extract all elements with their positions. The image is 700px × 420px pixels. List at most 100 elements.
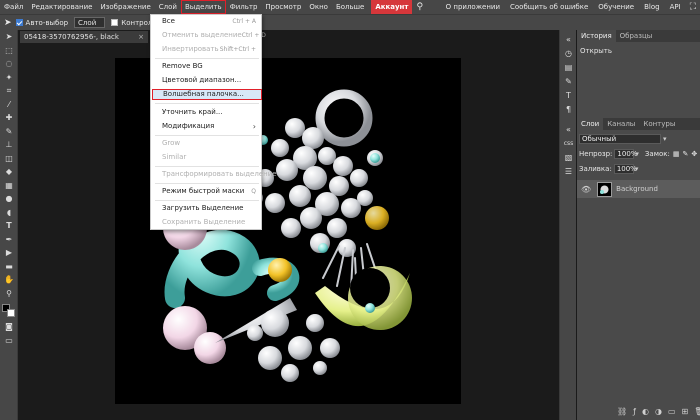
link-layers-icon[interactable]: ⛓ xyxy=(617,407,627,416)
menu-edit[interactable]: Редактирование xyxy=(27,0,96,14)
blend-mode-select[interactable]: Обычный xyxy=(579,134,661,144)
menu-learn[interactable]: Обучение xyxy=(593,0,639,14)
history-panel-icon[interactable]: ◷ xyxy=(560,46,577,60)
lock-paint-icon[interactable]: ✎ xyxy=(682,150,688,158)
menu-file[interactable]: Файл xyxy=(0,0,27,14)
account-button[interactable]: Аккаунт xyxy=(371,0,413,14)
menu-item-deselect[interactable]: Отменить выделение Ctrl + D xyxy=(151,30,266,41)
crop-tool-icon[interactable]: ⌗ xyxy=(0,84,18,98)
lock-pixels-icon[interactable]: ▦ xyxy=(673,150,680,158)
background-color-swatch[interactable] xyxy=(7,309,15,317)
healing-tool-icon[interactable]: ✚ xyxy=(0,111,18,125)
collapse-icon[interactable]: « xyxy=(560,32,577,46)
tab-paths[interactable]: Контуры xyxy=(639,118,679,130)
collapse-icon[interactable]: « xyxy=(560,122,577,136)
tab-history[interactable]: История xyxy=(577,30,616,42)
gradient-tool-icon[interactable]: ▦ xyxy=(0,179,18,193)
menu-blog[interactable]: Blog xyxy=(639,0,664,14)
menu-item-grow[interactable]: Grow xyxy=(151,138,261,149)
layer-select[interactable]: Слой xyxy=(74,17,106,28)
search-icon[interactable]: ⚲ xyxy=(412,0,427,14)
menu-item-transform-selection[interactable]: Трансформировать выделение xyxy=(151,169,277,180)
auto-select-option[interactable]: Авто-выбор xyxy=(15,19,68,27)
type-tool-icon[interactable]: T xyxy=(0,219,18,233)
mask-icon[interactable]: ◐ xyxy=(642,407,649,416)
layers-options: Обычный ▾ Непрозр: 100% ▾ Замок: ▦ ✎ ✥ 🔒… xyxy=(577,130,700,178)
menu-separator xyxy=(155,58,259,59)
adjustments-panel-icon[interactable]: ▧ xyxy=(560,150,577,164)
move-tool-icon: ➤ xyxy=(4,17,12,28)
dodge-tool-icon[interactable]: ◖ xyxy=(0,206,18,220)
tab-layers[interactable]: Слои xyxy=(577,118,604,130)
bucket-tool-icon[interactable]: ◆ xyxy=(0,165,18,179)
fullscreen-icon[interactable]: ⛶ xyxy=(686,0,700,14)
swatches-panel-icon[interactable]: ▤ xyxy=(560,60,577,74)
adjustment-layer-icon[interactable]: ◑ xyxy=(655,407,662,416)
menu-filter[interactable]: Фильтр xyxy=(226,0,262,14)
menu-more[interactable]: Больше xyxy=(332,0,368,14)
history-list: Открыть xyxy=(577,42,700,117)
menu-item-remove-bg[interactable]: Remove BG xyxy=(151,61,261,72)
menu-item-color-range[interactable]: Цветовой диапазон... xyxy=(151,75,261,86)
eraser-tool-icon[interactable]: ◫ xyxy=(0,152,18,166)
transform-checkbox[interactable] xyxy=(111,19,119,26)
menu-item-modify[interactable]: Модификация › xyxy=(151,121,261,132)
tab-channels[interactable]: Каналы xyxy=(603,118,639,130)
brush-panel-icon[interactable]: ✎ xyxy=(560,74,577,88)
chevron-down-icon: ▾ xyxy=(663,135,667,143)
document-tab[interactable]: 05418-3570762956-, black × xyxy=(20,31,148,43)
fill-input[interactable]: 100% xyxy=(613,164,637,174)
history-entry[interactable]: Открыть xyxy=(580,45,697,57)
folder-icon[interactable]: ▭ xyxy=(668,407,676,416)
layer-row[interactable]: 👁︎ Background xyxy=(577,180,700,198)
eye-icon[interactable]: 👁︎ xyxy=(581,185,591,194)
properties-panel-icon[interactable]: ☰ xyxy=(560,164,577,178)
auto-select-checkbox[interactable] xyxy=(15,19,23,26)
menu-view[interactable]: Просмотр xyxy=(261,0,305,14)
menu-image[interactable]: Изображение xyxy=(96,0,154,14)
clone-stamp-tool-icon[interactable]: ⊥ xyxy=(0,138,18,152)
trash-icon[interactable]: 🗑︎ xyxy=(694,407,700,416)
effects-icon[interactable]: ƒ xyxy=(633,407,636,416)
css-panel-icon[interactable]: css xyxy=(560,136,577,150)
menu-item-save-selection[interactable]: Сохранить Выделение xyxy=(151,217,261,228)
close-icon[interactable]: × xyxy=(138,33,144,41)
pen-tool-icon[interactable]: ✒ xyxy=(0,233,18,247)
new-layer-icon[interactable]: ⊞ xyxy=(682,407,689,416)
menu-item-select-all[interactable]: Все Ctrl + A xyxy=(151,16,261,27)
chevron-down-icon[interactable]: ▾ xyxy=(635,150,639,158)
path-select-tool-icon[interactable]: ▶ xyxy=(0,246,18,260)
lasso-tool-icon[interactable]: ◌ xyxy=(0,57,18,71)
opacity-input[interactable]: 100% xyxy=(614,149,637,159)
menu-about[interactable]: О приложении xyxy=(441,0,505,14)
screen-mode-icon[interactable]: ▭ xyxy=(0,334,18,348)
menu-item-similar[interactable]: Similar xyxy=(151,152,261,163)
brush-tool-icon[interactable]: ✎ xyxy=(0,125,18,139)
marquee-tool-icon[interactable]: ⬚ xyxy=(0,44,18,58)
menu-select[interactable]: Выделить xyxy=(180,0,226,14)
blur-tool-icon[interactable]: ● xyxy=(0,192,18,206)
zoom-tool-icon[interactable]: ⚲ xyxy=(0,287,18,301)
tab-swatches[interactable]: Образцы xyxy=(616,30,657,42)
menu-item-invert[interactable]: Инвертировать Shift+Ctrl + xyxy=(151,44,261,55)
move-tool-icon[interactable]: ➤ xyxy=(0,30,18,44)
chevron-down-icon[interactable]: ▾ xyxy=(635,165,639,173)
menu-api[interactable]: API xyxy=(665,0,686,14)
menu-item-magic-wand[interactable]: Волшебная палочка... xyxy=(152,89,262,100)
menu-item-refine-edge[interactable]: Уточнить край... xyxy=(151,107,261,118)
paragraph-panel-icon[interactable]: ¶ xyxy=(560,102,577,116)
menu-report-bug[interactable]: Сообщить об ошибке xyxy=(505,0,593,14)
menu-item-load-selection[interactable]: Загрузить Выделение xyxy=(151,203,261,214)
lock-move-icon[interactable]: ✥ xyxy=(691,150,697,158)
eyedropper-tool-icon[interactable]: ⁄ xyxy=(0,98,18,112)
menu-item-label: Загрузить Выделение xyxy=(162,204,244,212)
quick-mask-icon[interactable]: ◙ xyxy=(0,320,18,334)
shape-tool-icon[interactable]: ▬ xyxy=(0,260,18,274)
character-panel-icon[interactable]: T xyxy=(560,88,577,102)
hand-tool-icon[interactable]: ✋ xyxy=(0,273,18,287)
magic-wand-tool-icon[interactable]: ✦ xyxy=(0,71,18,85)
menu-layer[interactable]: Слой xyxy=(155,0,181,14)
menu-window[interactable]: Окно xyxy=(305,0,332,14)
menu-left: Файл Редактирование Изображение Слой Выд… xyxy=(0,0,427,14)
menu-item-quick-mask[interactable]: Режим быстрой маски Q xyxy=(151,186,261,197)
